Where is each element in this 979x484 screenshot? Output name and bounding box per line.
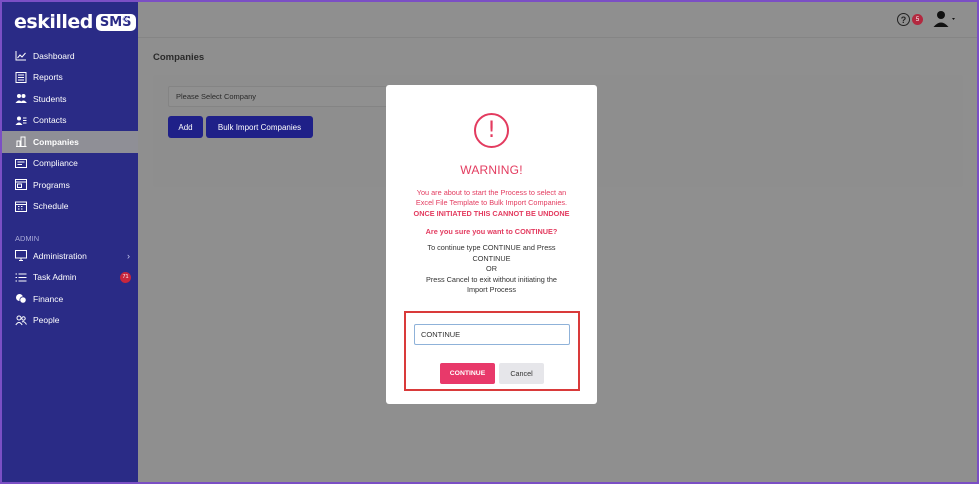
brand-name: eskilled	[14, 11, 93, 33]
instruction-line: OR	[486, 264, 497, 274]
instruction-line: Import Process	[466, 285, 517, 295]
confirmation-highlight-box: CONTINUE Cancel	[404, 311, 580, 391]
sidebar-item-programs[interactable]: Programs	[2, 174, 138, 196]
sidebar-item-companies[interactable]: Companies	[2, 131, 138, 153]
instruction-line: Press Cancel to exit without initiating …	[425, 274, 557, 284]
instruction-line: To continue type CONTINUE and Press	[427, 243, 556, 252]
brand-logo[interactable]: eskilled SMS	[14, 11, 136, 33]
confirm-text-input[interactable]	[414, 324, 570, 345]
sidebar-item-schedule[interactable]: Schedule	[2, 196, 138, 218]
continue-button[interactable]: CONTINUE	[440, 363, 495, 384]
warning-exclamation-icon: !	[474, 113, 509, 148]
contact-card-icon	[15, 115, 27, 126]
sidebar-item-administration[interactable]: Administration ›	[2, 245, 138, 267]
sidebar-item-label: Finance	[33, 293, 64, 304]
instructions: To continue type CONTINUE and Press CONT…	[406, 243, 577, 296]
warning-message: You are about to start the Process to se…	[400, 188, 583, 219]
sidebar-item-label: Task Admin	[33, 272, 77, 283]
sidebar-item-finance[interactable]: Finance	[2, 288, 138, 310]
warning-message-emphasis: ONCE INITIATED THIS CANNOT BE UNDONE	[413, 208, 570, 218]
sidebar-item-task-admin[interactable]: Task Admin 71	[2, 267, 138, 289]
add-button[interactable]: Add	[168, 116, 203, 138]
sidebar-item-students[interactable]: Students	[2, 88, 138, 110]
building-icon	[15, 136, 27, 148]
line-chart-icon	[15, 50, 27, 61]
sidebar-item-label: People	[33, 315, 60, 326]
id-card-icon	[15, 158, 27, 169]
task-count-badge: 71	[120, 271, 131, 283]
sidebar-item-label: Programs	[33, 179, 70, 190]
sidebar-item-people[interactable]: People	[2, 310, 138, 332]
warning-modal: ! WARNING! You are about to start the Pr…	[386, 85, 597, 404]
notification-badge[interactable]: 5	[912, 14, 923, 25]
calendar-icon	[15, 201, 27, 212]
user-avatar-icon[interactable]	[933, 10, 957, 28]
app-frame: eskilled SMS « Dashboard Reports Student…	[0, 0, 979, 484]
sidebar-nav: Dashboard Reports Students Contacts Comp…	[2, 45, 138, 331]
sidebar-item-contacts[interactable]: Contacts	[2, 110, 138, 132]
sidebar-item-reports[interactable]: Reports	[2, 67, 138, 89]
warning-message-line: Excel File Template to Bulk Import Compa…	[415, 198, 568, 208]
sidebar-item-label: Students	[33, 93, 67, 104]
sidebar-item-dashboard[interactable]: Dashboard	[2, 45, 138, 67]
coins-icon	[15, 293, 27, 304]
monitor-icon	[15, 250, 27, 262]
warning-message-line: You are about to start the Process to se…	[416, 188, 567, 197]
instruction-line: CONTINUE	[472, 253, 511, 263]
sidebar-collapse-button[interactable]: «	[121, 12, 129, 27]
sidebar-item-compliance[interactable]: Compliance	[2, 153, 138, 175]
sidebar-item-label: Dashboard	[33, 50, 75, 61]
list-icon	[15, 272, 27, 283]
brand-badge: SMS	[95, 13, 136, 31]
window-icon	[15, 179, 27, 191]
users-icon	[15, 93, 27, 104]
cancel-button[interactable]: Cancel	[499, 363, 544, 384]
sidebar-item-label: Schedule	[33, 201, 69, 212]
help-icon[interactable]: ?	[897, 13, 910, 26]
sidebar-item-label: Companies	[33, 136, 79, 147]
sidebar-item-label: Administration	[33, 250, 87, 261]
bulk-import-companies-button[interactable]: Bulk Import Companies	[206, 116, 313, 138]
page-title: Companies	[153, 52, 205, 63]
sidebar-item-label: Reports	[33, 72, 63, 83]
top-bar: ? 5	[138, 2, 977, 38]
confirmation-question: Are you sure you want to CONTINUE?	[425, 227, 558, 236]
sidebar: eskilled SMS « Dashboard Reports Student…	[2, 2, 138, 482]
sidebar-item-label: Contacts	[33, 115, 67, 126]
chevron-right-icon: ›	[127, 250, 130, 261]
people-outline-icon	[15, 315, 27, 326]
sidebar-section-admin: ADMIN	[15, 234, 40, 243]
modal-title: WARNING!	[460, 163, 523, 177]
sidebar-item-label: Compliance	[33, 158, 78, 169]
report-table-icon	[15, 71, 27, 83]
